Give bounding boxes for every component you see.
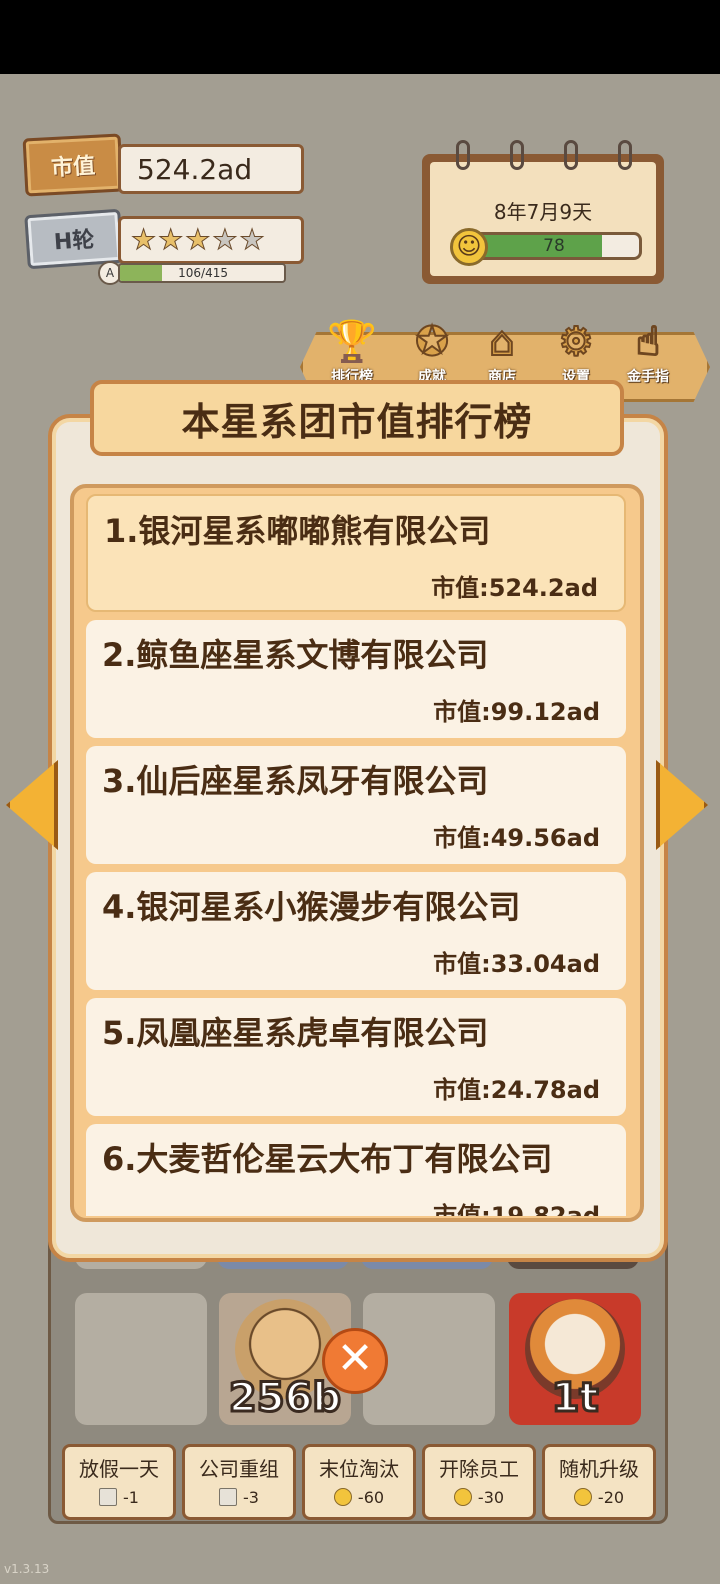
- leaderboard-row: 2.鲸鱼座星系文博有限公司 市值:99.12ad: [86, 620, 626, 738]
- leaderboard-title-banner: 本星系团市值排行榜: [90, 380, 624, 456]
- menu-item-cheat[interactable]: ☝ 金手指: [618, 318, 678, 388]
- close-button[interactable]: ✕: [322, 1328, 388, 1394]
- leaderboard-row: 6.大麦哲伦星云大布丁有限公司 市值:19.82ad: [86, 1124, 626, 1216]
- menu-item-shop[interactable]: ⌂ 商店: [472, 318, 532, 388]
- menu-item-achievements[interactable]: ✪ 成就: [402, 318, 462, 388]
- calendar-panel: 8年7月9天 78 ☺: [422, 140, 664, 284]
- smiley-icon: [333, 1488, 352, 1506]
- star-icon: ★: [239, 223, 265, 256]
- company-name: 5.凤凰座星系虎卓有限公司: [102, 1014, 489, 1052]
- action-label: 放假一天: [79, 1457, 159, 1481]
- star-icon: ★: [212, 223, 238, 256]
- funding-round-label: H轮: [53, 227, 96, 256]
- action-day-off-button[interactable]: 放假一天 -1: [62, 1444, 176, 1520]
- action-random-upgrade-button[interactable]: 随机升级 -20: [542, 1444, 656, 1520]
- action-cost-value: -3: [243, 1488, 259, 1507]
- calendar-ring-icon: [510, 140, 524, 170]
- smiley-icon: [573, 1488, 592, 1506]
- action-eliminate-last-button[interactable]: 末位淘汰 -60: [302, 1444, 416, 1520]
- action-cost-value: -30: [477, 1488, 505, 1507]
- leaderboard-row: 5.凤凰座星系虎卓有限公司 市值:24.78ad: [86, 998, 626, 1116]
- calendar-ring-icon: [456, 140, 470, 170]
- mood-value: 78: [543, 236, 565, 256]
- action-cost: -3: [185, 1488, 293, 1507]
- company-name: 1.银河星系嘟嘟熊有限公司: [104, 512, 491, 550]
- action-cost: -20: [545, 1488, 653, 1507]
- ticket-icon: [219, 1488, 238, 1506]
- smiley-icon: [453, 1488, 472, 1506]
- company-market-value: 市值:524.2ad: [431, 574, 598, 602]
- medal-icon: ✪: [414, 318, 450, 366]
- menu-item-leaderboard[interactable]: 🏆 排行榜: [322, 318, 382, 388]
- leaderboard-title: 本星系团市值排行榜: [181, 399, 533, 444]
- action-cost: -30: [425, 1488, 533, 1507]
- action-cost-value: -1: [123, 1488, 139, 1507]
- company-name: 2.鲸鱼座星系文博有限公司: [102, 636, 489, 674]
- game-screen: 市值 524.2ad H轮 ★ ★ ★ ★ ★ A 106/415 8年7月9天 78 …: [0, 74, 720, 1584]
- action-label: 随机升级: [559, 1457, 639, 1481]
- grid-slot-empty[interactable]: [75, 1293, 207, 1425]
- action-label: 公司重组: [199, 1457, 279, 1481]
- calendar-page: 8年7月9天 78 ☺: [430, 140, 656, 276]
- ticket-icon: [99, 1488, 118, 1506]
- market-value-text: 524.2ad: [137, 152, 253, 186]
- company-market-value: 市值:99.12ad: [433, 698, 600, 726]
- company-market-value: 市值:24.78ad: [433, 1076, 600, 1104]
- company-market-value: 市值:33.04ad: [433, 950, 600, 978]
- action-cost-value: -60: [357, 1488, 385, 1507]
- action-cost-value: -20: [597, 1488, 625, 1507]
- smiley-icon: ☺: [450, 228, 488, 266]
- previous-page-arrow-icon[interactable]: [6, 760, 58, 850]
- market-value-tag: 市值: [22, 133, 124, 197]
- calendar-ring-icon: [564, 140, 578, 170]
- leaderboard-list[interactable]: 1.银河星系嘟嘟熊有限公司 市值:524.2ad 2.鲸鱼座星系文博有限公司 市…: [82, 494, 630, 1216]
- status-bar: [0, 0, 720, 74]
- calendar-ring-icon: [618, 140, 632, 170]
- pointing-hand-icon: ☝: [635, 318, 661, 366]
- version-label: v1.3.13: [4, 1562, 50, 1576]
- company-name: 4.银河星系小猴漫步有限公司: [102, 888, 521, 926]
- star-icon: ★: [158, 223, 184, 256]
- xp-progress-text: 106/415: [178, 266, 228, 280]
- company-market-value: 市值:49.56ad: [433, 824, 600, 852]
- action-fire-employee-button[interactable]: 开除员工 -30: [422, 1444, 536, 1520]
- action-label: 开除员工: [439, 1457, 519, 1481]
- grid-slot-label: 1t: [550, 1374, 600, 1423]
- action-label: 末位淘汰: [319, 1457, 399, 1481]
- calendar-date: 8年7月9天: [493, 200, 593, 224]
- company-market-value: 市值:19.82ad: [433, 1202, 600, 1216]
- next-page-arrow-icon[interactable]: [656, 760, 708, 850]
- action-cost: -60: [305, 1488, 413, 1507]
- star-rating: ★ ★ ★ ★ ★: [118, 216, 304, 264]
- market-value-label: 市值: [50, 153, 96, 182]
- star-icon: ★: [130, 223, 157, 256]
- company-name: 3.仙后座星系凤牙有限公司: [102, 762, 489, 800]
- leaderboard-row: 1.银河星系嘟嘟熊有限公司 市值:524.2ad: [86, 494, 626, 612]
- leaderboard-row: 4.银河星系小猴漫步有限公司 市值:33.04ad: [86, 872, 626, 990]
- trophy-icon: 🏆: [326, 318, 378, 366]
- market-value-display: 524.2ad: [118, 144, 304, 194]
- shop-icon: ⌂: [488, 318, 515, 366]
- action-bar: 放假一天 -1 公司重组 -3 末位淘汰 -60 开除员工 -30 随机升级 -…: [58, 1444, 678, 1524]
- gear-icon: ⚙: [557, 318, 595, 366]
- menu-item-label: 金手指: [627, 369, 669, 385]
- action-restructure-button[interactable]: 公司重组 -3: [182, 1444, 296, 1520]
- grid-slot-tiger[interactable]: 1t: [509, 1293, 641, 1425]
- star-icon: ★: [185, 223, 211, 256]
- leaderboard-row: 3.仙后座星系凤牙有限公司 市值:49.56ad: [86, 746, 626, 864]
- action-cost: -1: [65, 1488, 173, 1507]
- mood-bar: 78: [466, 232, 642, 260]
- xp-progress-bar: 106/415: [118, 263, 286, 283]
- menu-item-settings[interactable]: ⚙ 设置: [546, 318, 606, 388]
- company-name: 6.大麦哲伦星云大布丁有限公司: [102, 1140, 553, 1178]
